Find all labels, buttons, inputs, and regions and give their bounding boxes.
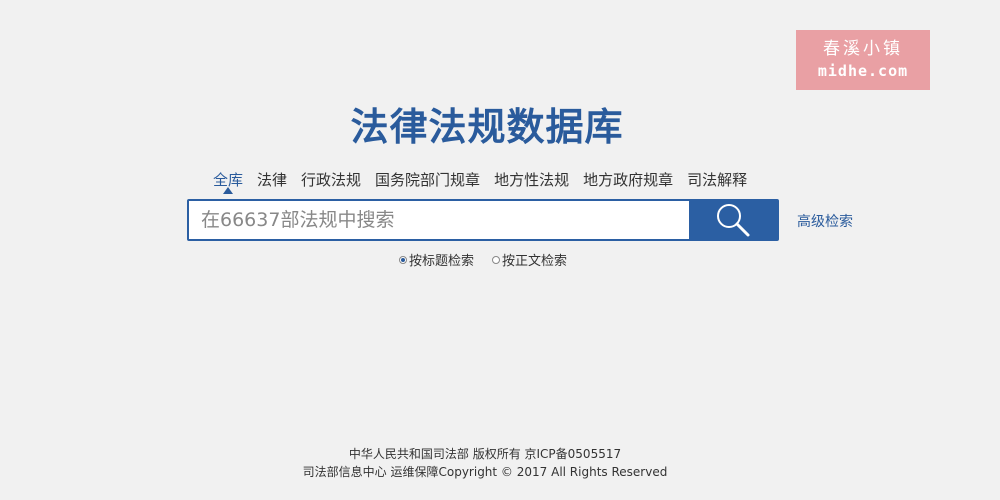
search-mode-options: 按标题检索 按正文检索 <box>399 250 567 269</box>
tab-local-regulations[interactable]: 地方性法规 <box>487 170 576 192</box>
search-bar <box>187 199 779 241</box>
search-input[interactable] <box>189 201 689 239</box>
search-icon <box>717 204 750 237</box>
advanced-search-link[interactable]: 高级检索 <box>797 211 853 231</box>
active-tab-caret-icon <box>223 187 233 194</box>
watermark-logo: 春溪小镇 midhe.com <box>796 30 930 90</box>
tab-label: 司法解释 <box>687 171 748 189</box>
radio-label: 按标题检索 <box>409 254 475 269</box>
page-title: 法律法规数据库 <box>350 105 624 149</box>
watermark-line2: midhe.com <box>817 62 909 80</box>
radio-label: 按正文检索 <box>502 254 568 269</box>
radio-checked-icon <box>399 255 407 264</box>
tab-law[interactable]: 法律 <box>250 170 294 192</box>
tab-label: 地方政府规章 <box>583 171 674 189</box>
radio-search-by-title[interactable]: 按标题检索 <box>399 250 474 269</box>
radio-search-by-body[interactable]: 按正文检索 <box>492 250 567 269</box>
tab-all[interactable]: 全库 <box>206 170 250 194</box>
tab-judicial-interpretations[interactable]: 司法解释 <box>680 170 754 192</box>
tab-department-rules[interactable]: 国务院部门规章 <box>368 170 487 192</box>
tab-label: 法律 <box>257 171 288 189</box>
tab-label: 行政法规 <box>301 171 362 189</box>
footer-copyright: 中华人民共和国司法部 版权所有 京ICP备0505517 <box>348 447 622 461</box>
watermark-line1: 春溪小镇 <box>823 39 903 59</box>
tab-label: 地方性法规 <box>494 171 570 189</box>
footer-maintenance: 司法部信息中心 运维保障Copyright © 2017 All Rights … <box>302 465 668 479</box>
footer: 中华人民共和国司法部 版权所有 京ICP备0505517 司法部信息中心 运维保… <box>0 445 970 481</box>
tab-administrative-regulations[interactable]: 行政法规 <box>294 170 368 192</box>
tab-label: 国务院部门规章 <box>375 171 481 189</box>
category-tabs: 全库 法律 行政法规 国务院部门规章 地方性法规 地方政府规章 司法解释 <box>206 170 754 194</box>
tab-local-government-rules[interactable]: 地方政府规章 <box>576 170 680 192</box>
search-button[interactable] <box>689 201 777 239</box>
radio-unchecked-icon <box>492 255 501 264</box>
